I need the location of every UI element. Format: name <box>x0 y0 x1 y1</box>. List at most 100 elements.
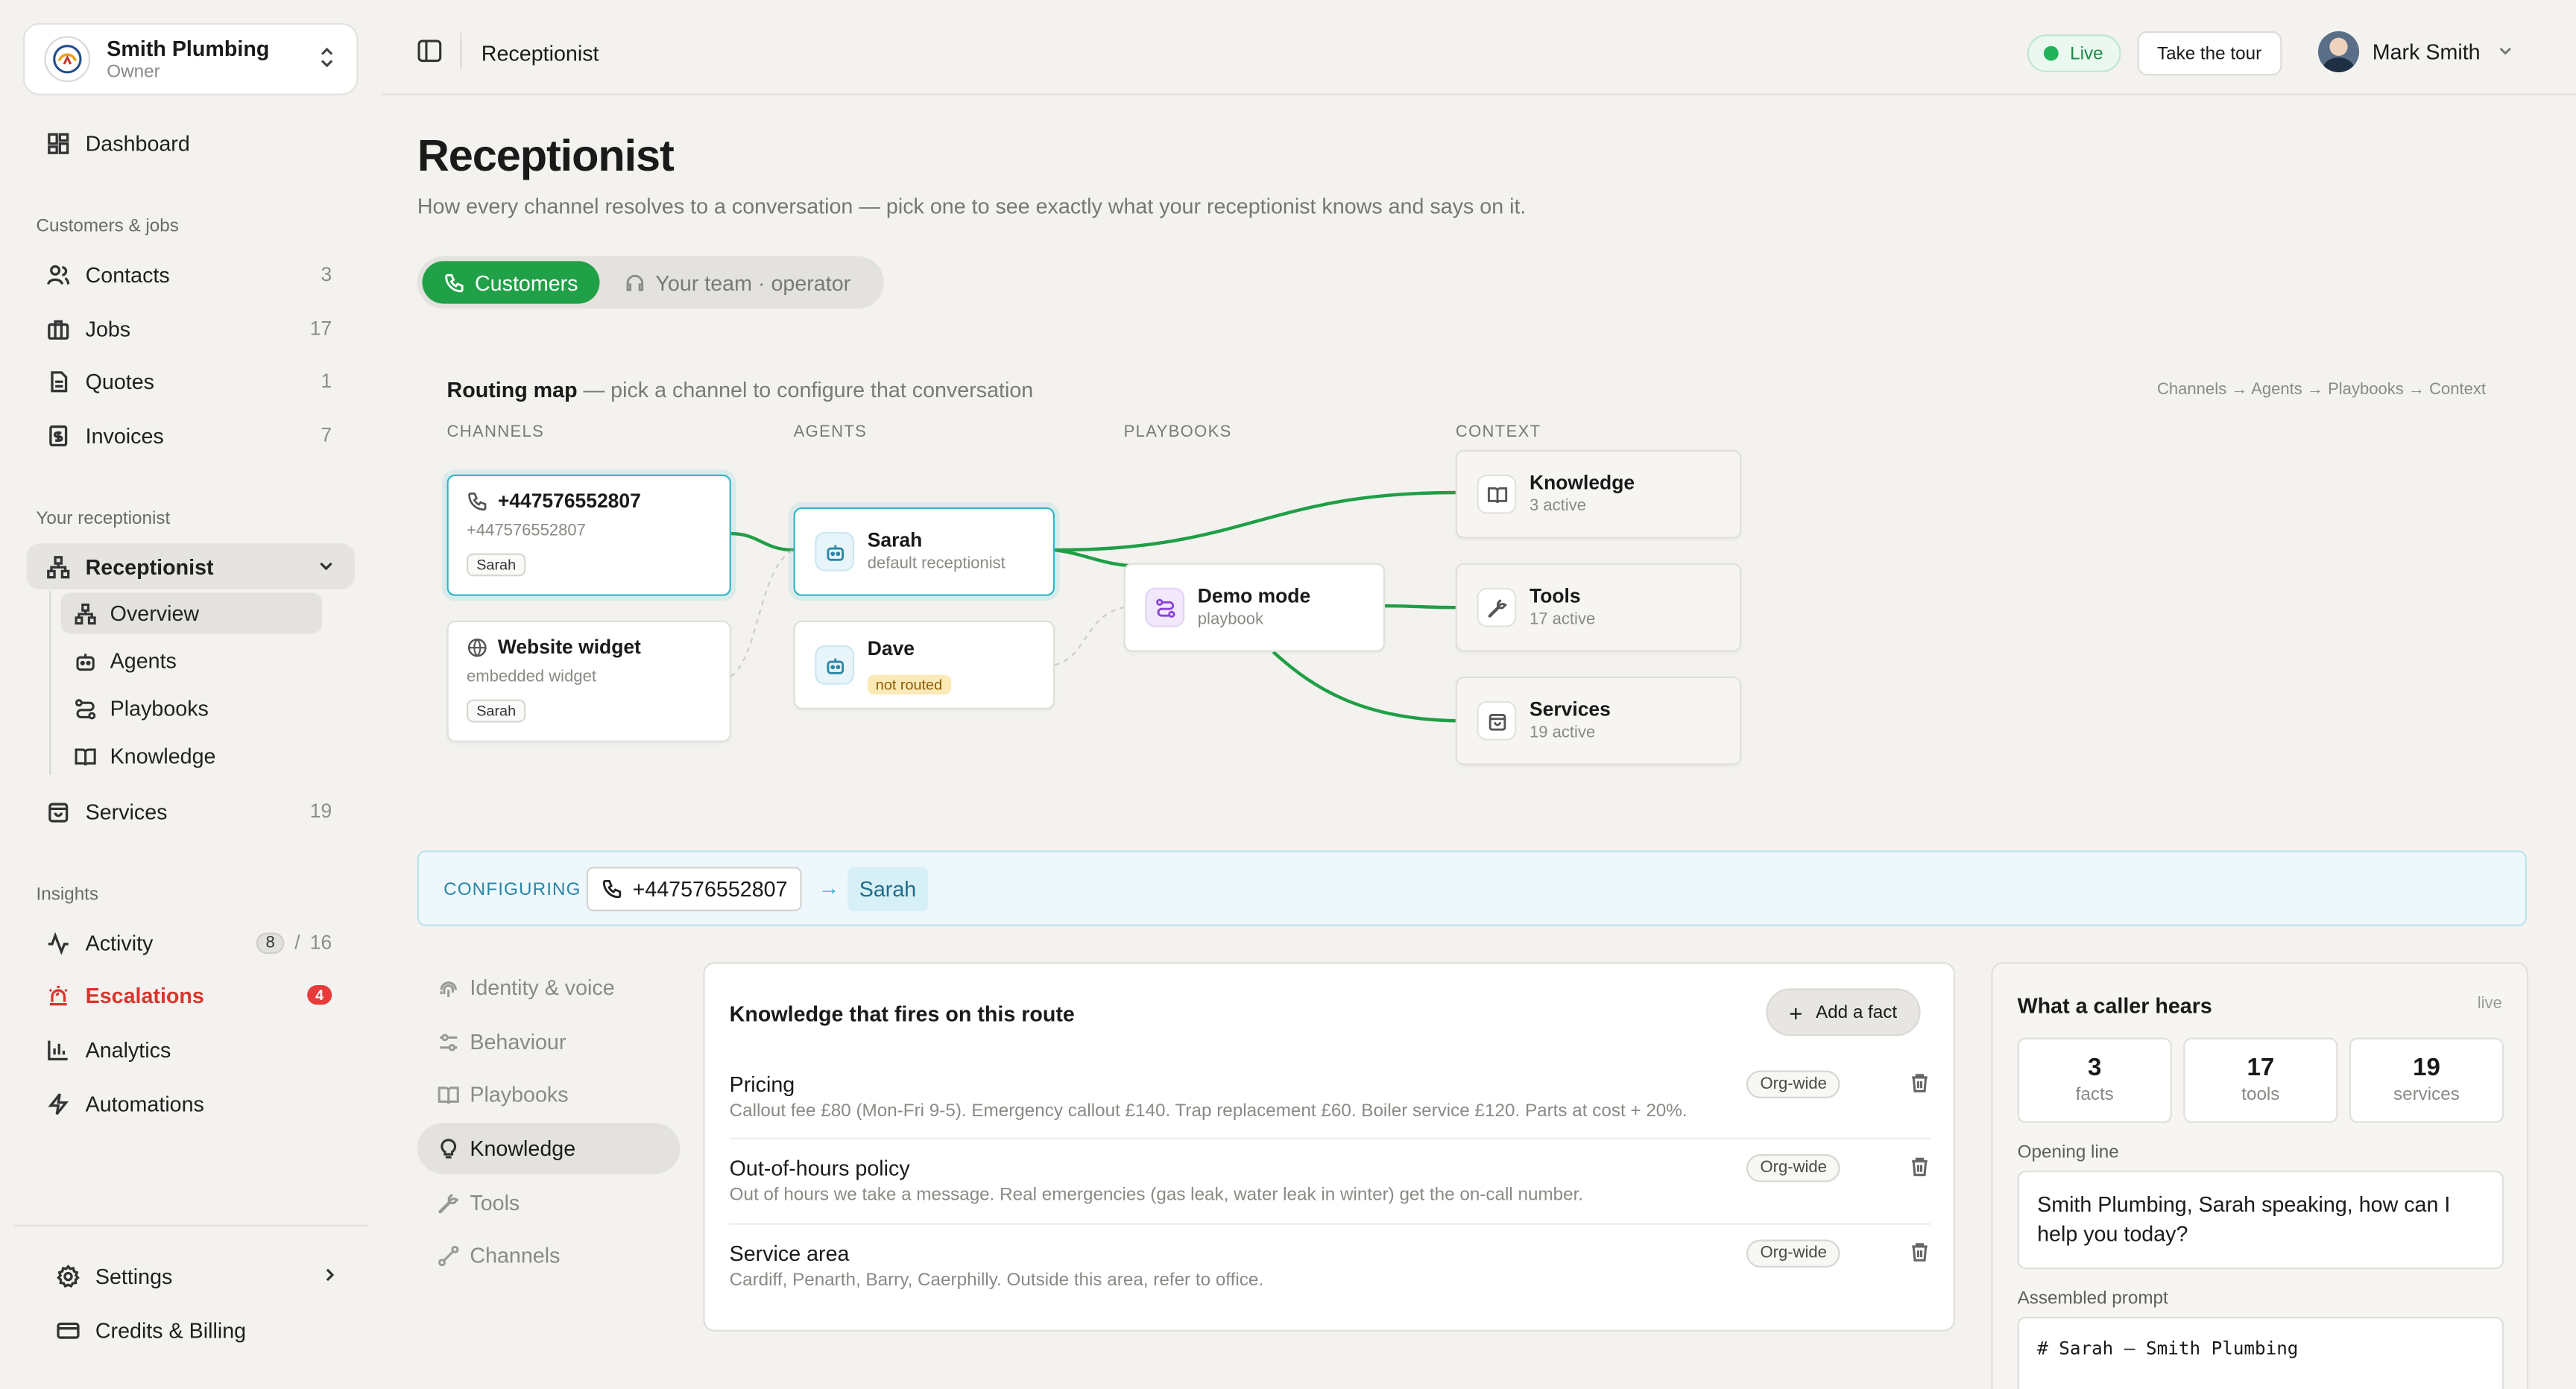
nav-invoices[interactable]: Invoices 7 <box>26 412 355 458</box>
nav-dashboard[interactable]: Dashboard <box>26 120 355 166</box>
route-connector <box>730 531 794 552</box>
page-description: How every channel resolves to a conversa… <box>417 193 1527 219</box>
nav-count: 1 <box>321 369 332 393</box>
configuring-agent[interactable]: Sarah <box>847 867 928 911</box>
nav-contacts[interactable]: Contacts 3 <box>26 251 355 297</box>
arrow-right-icon: → <box>818 875 840 900</box>
channel-subtitle: +447576552807 <box>466 522 586 540</box>
channel-title: +447576552807 <box>497 489 641 513</box>
sidebar-divider <box>13 1224 368 1227</box>
add-fact-button[interactable]: + Add a fact <box>1766 988 1921 1037</box>
sub-nav-agents[interactable]: Agents <box>61 640 322 681</box>
nav-billing[interactable]: Credits & Billing <box>36 1307 355 1353</box>
config-tab-knowledge[interactable]: Knowledge <box>417 1123 681 1174</box>
topbar: Receptionist Live Take the tour Mark Smi… <box>381 0 2576 95</box>
nav-automations[interactable]: Automations <box>26 1080 355 1127</box>
agent-card-dave[interactable]: Dave not routed <box>793 620 1055 709</box>
knowledge-row[interactable]: Pricing Callout fee £80 (Mon-Fri 9-5). E… <box>730 1070 1931 1121</box>
row-divider <box>729 1137 1931 1140</box>
assembled-prompt-label: Assembled prompt <box>2017 1288 2168 1309</box>
sidebar-toggle-icon[interactable] <box>417 39 442 67</box>
trash-icon[interactable] <box>1909 1072 1931 1098</box>
sub-nav-overview[interactable]: Overview <box>60 592 323 634</box>
stat-value: 19 <box>2413 1054 2440 1082</box>
zap-icon <box>48 1092 69 1115</box>
tab-team-operator[interactable]: Your team · operator <box>625 261 850 303</box>
nav-label: Dashboard <box>85 130 190 156</box>
knowledge-description: Cardiff, Penarth, Barry, Caerphilly. Out… <box>729 1271 1264 1291</box>
nav-label: Credits & Billing <box>95 1317 247 1343</box>
nav-count: 16 <box>309 931 332 955</box>
headset-icon <box>626 273 644 291</box>
config-tab-label: Channels <box>470 1242 561 1268</box>
sliders-icon <box>440 1033 458 1051</box>
nav-label: Settings <box>95 1263 173 1288</box>
scope-badge: Org-wide <box>1746 1070 1840 1099</box>
nav-receptionist[interactable]: Receptionist <box>26 543 356 589</box>
activity-badge: 8 <box>256 931 285 954</box>
channel-card-phone[interactable]: +447576552807 +447576552807 Sarah <box>446 474 731 596</box>
config-tab-playbooks[interactable]: Playbooks <box>417 1069 681 1119</box>
route-connector <box>1385 604 1456 610</box>
knowledge-row[interactable]: Out-of-hours policy Out of hours we take… <box>730 1154 1931 1205</box>
sub-nav-label: Overview <box>110 601 200 626</box>
book-icon <box>438 1086 459 1104</box>
configuring-bar: CONFIGURING +447576552807 → Sarah <box>417 850 2527 926</box>
context-card-knowledge[interactable]: Knowledge 3 active <box>1455 449 1742 539</box>
assembled-prompt-field: # Sarah — Smith Plumbing <box>2017 1317 2504 1389</box>
sub-nav-label: Agents <box>110 648 177 674</box>
nav-escalations[interactable]: Escalations 4 <box>26 972 355 1018</box>
org-switcher[interactable]: Smith Plumbing Owner <box>22 22 359 95</box>
user-menu[interactable]: Mark Smith <box>2317 31 2513 72</box>
sub-nav-playbooks[interactable]: Playbooks <box>61 688 322 729</box>
config-tab-channels[interactable]: Channels <box>417 1230 681 1280</box>
knowledge-row[interactable]: Service area Cardiff, Penarth, Barry, Ca… <box>729 1239 1931 1291</box>
nav-analytics[interactable]: Analytics <box>26 1026 355 1072</box>
take-tour-button[interactable]: Take the tour <box>2137 31 2282 76</box>
config-tab-label: Tools <box>470 1190 520 1215</box>
agent-status-badge: not routed <box>867 674 951 694</box>
escalations-badge: 4 <box>307 984 332 1005</box>
route-connector-inactive <box>1054 607 1124 666</box>
nav-label: Contacts <box>85 262 170 287</box>
sub-nav-knowledge[interactable]: Knowledge <box>61 735 322 776</box>
chevron-down-icon <box>2497 39 2513 64</box>
agent-card-sarah[interactable]: Sarah default receptionist <box>793 507 1055 596</box>
context-card-tools[interactable]: Tools 17 active <box>1455 563 1742 652</box>
configuring-channel[interactable]: +447576552807 <box>586 867 803 911</box>
tab-customers[interactable]: Customers <box>422 261 600 304</box>
routing-map-subtitle: — pick a channel to configure that conve… <box>577 377 1034 402</box>
activity-sep: / <box>294 931 300 955</box>
bag-icon <box>48 802 69 822</box>
globe-icon <box>467 637 487 656</box>
column-header-channels: CHANNELS <box>446 423 545 442</box>
nav-count: 19 <box>309 800 332 823</box>
context-title: Services <box>1530 697 1611 721</box>
document-icon <box>51 370 68 392</box>
siren-icon <box>48 984 68 1005</box>
knowledge-panel: Knowledge that fires on this route + Add… <box>703 962 1955 1332</box>
nav-services[interactable]: Services 19 <box>26 788 355 835</box>
trash-icon[interactable] <box>1909 1241 1931 1268</box>
nav-jobs[interactable]: Jobs 17 <box>26 306 355 352</box>
context-subtitle: 3 active <box>1530 497 1586 516</box>
section-customers: Customers & jobs <box>36 216 179 237</box>
page-title: Receptionist <box>417 131 675 181</box>
live-status-badge[interactable]: Live <box>2027 34 2121 72</box>
channel-card-website-widget[interactable]: Website widget embedded widget Sarah <box>446 620 731 742</box>
bar-chart-icon <box>48 1040 68 1060</box>
config-tab-label: Behaviour <box>470 1029 566 1054</box>
nav-settings[interactable]: Settings <box>36 1253 355 1299</box>
nav-quotes[interactable]: Quotes 1 <box>26 358 355 404</box>
nav-activity[interactable]: Activity 8 / 16 <box>26 920 355 966</box>
gear-icon <box>57 1264 80 1287</box>
playbook-card-demo-mode[interactable]: Demo mode playbook <box>1123 563 1386 652</box>
config-tab-identity-voice[interactable]: Identity & voice <box>417 962 681 1013</box>
trash-icon[interactable] <box>1909 1156 1931 1182</box>
opening-line-field[interactable]: Smith Plumbing, Sarah speaking, how can … <box>2017 1170 2504 1270</box>
config-tab-tools[interactable]: Tools <box>417 1177 681 1228</box>
column-header-context: CONTEXT <box>1455 423 1541 442</box>
context-card-services[interactable]: Services 19 active <box>1455 676 1742 765</box>
nav-label: Services <box>85 798 168 823</box>
config-tab-behaviour[interactable]: Behaviour <box>417 1016 681 1067</box>
